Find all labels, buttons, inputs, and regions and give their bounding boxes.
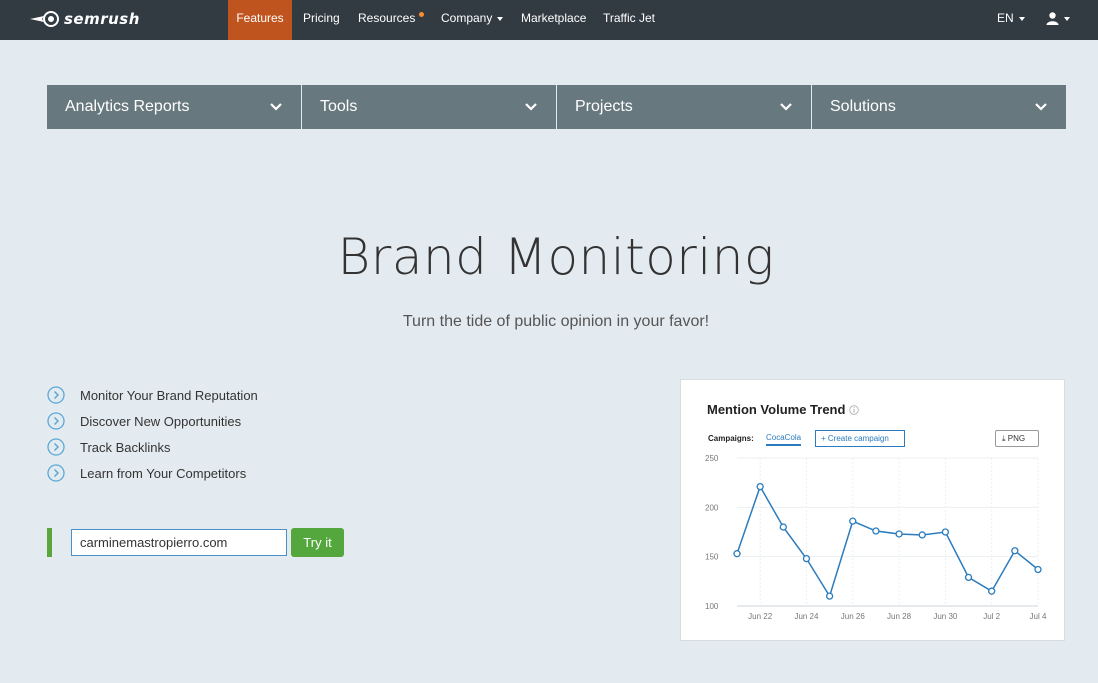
nav-traffic-jet-label: Traffic Jet	[603, 11, 656, 25]
data-point	[802, 554, 811, 563]
nav-marketplace-label: Marketplace	[521, 11, 587, 25]
chevron-circle-right-icon	[47, 386, 65, 404]
campaigns-label: Campaigns:	[708, 434, 754, 443]
user-menu[interactable]	[1036, 0, 1080, 40]
data-point	[964, 573, 973, 582]
list-item: Discover New Opportunities	[47, 408, 258, 434]
y-tick-label: 200	[705, 503, 719, 512]
mention-volume-chart: 100 150 200 250 Jun 22 Jun 24 Jun 26 Jun 28 Jun …	[705, 454, 1047, 621]
list-item: Monitor Your Brand Reputation	[47, 382, 258, 408]
chevron-circle-right-icon	[47, 412, 65, 430]
x-tick-label: Jun 24	[794, 612, 819, 621]
data-point	[1034, 565, 1042, 574]
data-point	[895, 530, 903, 538]
list-item: Learn from Your Competitors	[47, 460, 258, 486]
feature-label: Monitor Your Brand Reputation	[80, 387, 258, 403]
language-label: EN	[997, 11, 1014, 25]
page-subtitle: Turn the tide of public opinion in your …	[402, 313, 710, 330]
data-point	[918, 531, 926, 539]
create-campaign-button[interactable]: + Create campaign	[815, 430, 905, 447]
feature-label: Discover New Opportunities	[80, 413, 242, 429]
x-tick-label: Jul 4	[1030, 612, 1047, 621]
caret-down-icon	[497, 16, 504, 21]
y-tick-label: 250	[705, 454, 719, 463]
nav-features-label: Features	[236, 11, 284, 25]
dropdown-label: Solutions	[830, 98, 896, 115]
dropdown-analytics-reports[interactable]: Analytics Reports	[47, 85, 302, 129]
chevron-down-icon	[525, 103, 537, 111]
y-tick-label: 150	[705, 553, 719, 562]
data-point	[756, 482, 764, 491]
nav-company[interactable]: Company	[431, 0, 513, 40]
data-point	[872, 527, 880, 535]
data-point	[988, 587, 996, 595]
data-point	[825, 592, 834, 600]
card-title: Mention Volume Trend	[707, 402, 860, 417]
try-it-button[interactable]: Try it	[291, 528, 344, 557]
dropdown-projects[interactable]: Projects	[557, 85, 812, 129]
category-dropdown-bar: Analytics Reports Tools Projects Solutio…	[47, 85, 1066, 129]
caret-down-icon	[1018, 16, 1025, 21]
chevron-circle-right-icon	[47, 438, 65, 456]
nav-pricing-label: Pricing	[303, 11, 340, 25]
page-title: Brand Monitoring	[337, 228, 775, 286]
semrush-logo[interactable]: semrush	[30, 9, 140, 29]
data-point	[941, 528, 950, 536]
nav-traffic-jet[interactable]: Traffic Jet	[593, 0, 665, 40]
caret-down-icon	[1064, 16, 1070, 21]
user-icon	[1046, 12, 1059, 26]
series-line	[736, 484, 1039, 598]
dropdown-tools[interactable]: Tools	[302, 85, 557, 129]
chevron-circle-right-icon	[47, 464, 65, 482]
dropdown-label: Analytics Reports	[65, 98, 190, 115]
y-tick-label: 100	[705, 602, 719, 611]
dropdown-label: Projects	[575, 98, 633, 115]
mention-volume-card: Mention Volume Trend Campaigns: CocaCola…	[680, 379, 1065, 641]
chevron-down-icon	[780, 103, 792, 111]
info-icon[interactable]	[849, 404, 860, 415]
list-item: Track Backlinks	[47, 434, 258, 460]
nav-pricing[interactable]: Pricing	[293, 0, 350, 40]
chevron-down-icon	[1035, 103, 1047, 111]
nav-marketplace[interactable]: Marketplace	[511, 0, 596, 40]
top-navbar: semrush Features Pricing Resources Compa…	[0, 0, 1098, 40]
nav-features[interactable]: Features	[228, 0, 292, 40]
campaign-tab-cocacola[interactable]: CocaCola	[766, 433, 802, 446]
semrush-flame-icon	[30, 11, 59, 27]
export-png-button[interactable]: ⤓ PNG	[995, 430, 1039, 447]
new-dot-indicator	[419, 12, 425, 17]
card-title-text: Mention Volume Trend	[707, 402, 846, 417]
data-point	[1011, 547, 1019, 555]
feature-list: Monitor Your Brand Reputation Discover N…	[47, 382, 258, 486]
dropdown-label: Tools	[320, 98, 358, 115]
form-accent-bar	[47, 528, 52, 557]
domain-input[interactable]	[71, 529, 287, 556]
data-point	[733, 550, 741, 558]
data-point	[779, 523, 787, 531]
x-tick-label: Jun 30	[933, 612, 958, 621]
chevron-down-icon	[270, 103, 282, 111]
feature-label: Track Backlinks	[80, 439, 171, 455]
language-selector[interactable]: EN	[987, 0, 1035, 40]
x-tick-label: Jun 28	[887, 612, 912, 621]
data-point	[849, 517, 857, 525]
nav-resources-label: Resources	[358, 11, 416, 25]
feature-label: Learn from Your Competitors	[80, 465, 247, 481]
logo-text: semrush	[64, 10, 140, 28]
nav-company-label: Company	[441, 11, 493, 25]
dropdown-solutions[interactable]: Solutions	[812, 85, 1066, 129]
nav-resources[interactable]: Resources	[348, 0, 434, 40]
x-tick-label: Jul 2	[983, 612, 1000, 621]
x-tick-label: Jun 26	[841, 612, 866, 621]
x-tick-label: Jun 22	[748, 612, 773, 621]
